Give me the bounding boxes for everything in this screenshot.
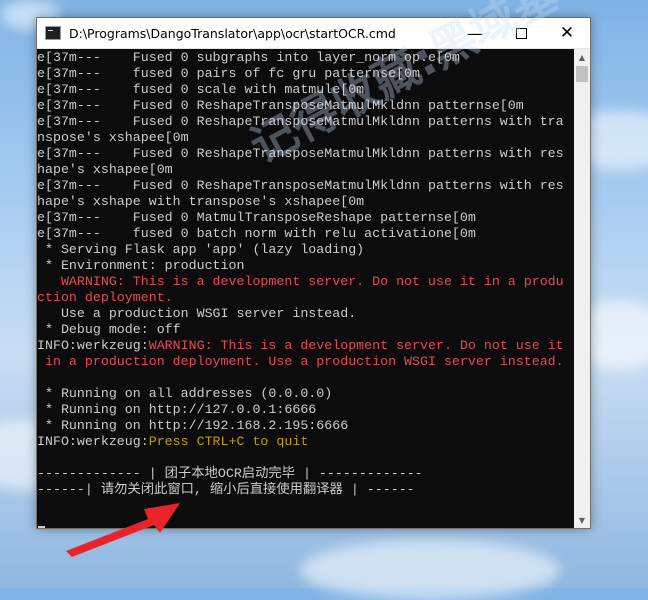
maximize-icon <box>515 27 527 39</box>
title-bar[interactable]: D:\Programs\DangoTranslator\app\ocr\star… <box>37 18 590 49</box>
console-window: D:\Programs\DangoTranslator\app\ocr\star… <box>36 17 591 529</box>
console-text: Press CTRL+C to quit <box>148 434 309 449</box>
console-text: * Running on http://192.168.2.195:6666 <box>37 418 349 433</box>
console-text: e[37m--- Fused 0 ReshapeTransposeMatmulM… <box>37 146 564 161</box>
console-line: * Running on http://127.0.0.1:6666 <box>37 402 574 418</box>
console-text: in a production deployment. Use a produc… <box>37 354 564 369</box>
console-text: e[37m--- Fused 0 MatmulTransposeReshape … <box>37 210 476 225</box>
console-line: * Serving Flask app 'app' (lazy loading) <box>37 242 574 258</box>
scroll-up-icon[interactable]: ▲ <box>574 49 590 65</box>
console-text: hape's xshapee[0m <box>37 162 173 177</box>
window-title: D:\Programs\DangoTranslator\app\ocr\star… <box>69 25 396 41</box>
console-text: e[37m--- fused 0 batch norm with relu ac… <box>37 226 476 241</box>
red-arrow-icon <box>66 503 180 557</box>
console-text: e[37m--- fused 0 scale with matmule[0m <box>37 82 365 97</box>
console-line: WARNING: This is a development server. D… <box>37 274 574 290</box>
console-text: ction deployment. <box>37 290 173 305</box>
console-text: Use a production WSGI server instead. <box>37 306 357 321</box>
console-text: e[37m--- Fused 0 ReshapeTransposeMatmulM… <box>37 98 524 113</box>
console-text: * Running on all addresses (0.0.0.0) <box>37 386 333 401</box>
console-line: hape's xshape with transpose's xshapee[0… <box>37 194 574 210</box>
console-text: nspose's xshapee[0m <box>37 130 189 145</box>
console-text: hape's xshape with transpose's xshapee[0… <box>37 194 365 209</box>
console-text: e[37m--- Fused 0 ReshapeTransposeMatmulM… <box>37 178 564 193</box>
vertical-scrollbar[interactable]: ▲ ▼ <box>574 49 590 528</box>
minimize-icon: — <box>467 23 483 43</box>
console-line: * Running on all addresses (0.0.0.0) <box>37 386 574 402</box>
window-controls: — ✕ <box>452 18 590 48</box>
console-line: e[37m--- fused 0 scale with matmule[0m <box>37 82 574 98</box>
scroll-down-icon[interactable]: ▼ <box>574 512 590 528</box>
text-cursor <box>38 526 45 528</box>
console-text: e[37m--- Fused 0 subgraphs into layer_no… <box>37 50 460 65</box>
console-line: * Environment: production <box>37 258 574 274</box>
console-output[interactable]: e[37m--- Fused 0 subgraphs into layer_no… <box>37 49 574 529</box>
console-line: e[37m--- Fused 0 ReshapeTransposeMatmulM… <box>37 178 574 194</box>
console-line: e[37m--- Fused 0 ReshapeTransposeMatmulM… <box>37 146 574 162</box>
close-button[interactable]: ✕ <box>544 18 590 48</box>
console-text: * Running on http://127.0.0.1:6666 <box>37 402 317 417</box>
console-line: ------------- | 团子本地OCR启动完毕 | ----------… <box>37 466 574 482</box>
console-line: * Running on http://192.168.2.195:6666 <box>37 418 574 434</box>
console-line: hape's xshapee[0m <box>37 162 574 178</box>
console-line: e[37m--- Fused 0 MatmulTransposeReshape … <box>37 210 574 226</box>
console-line: * Debug mode: off <box>37 322 574 338</box>
console-line: ction deployment. <box>37 290 574 306</box>
maximize-button[interactable] <box>498 18 544 48</box>
console-text: * Environment: production <box>37 258 245 273</box>
console-text: INFO:werkzeug: <box>37 434 149 449</box>
console-line: INFO:werkzeug:WARNING: This is a develop… <box>37 338 574 354</box>
console-line: nspose's xshapee[0m <box>37 130 574 146</box>
console-text: WARNING: This is a development server. D… <box>37 274 564 289</box>
close-icon: ✕ <box>559 23 575 43</box>
console-text: * Serving Flask app 'app' (lazy loading) <box>37 242 365 257</box>
console-line: e[37m--- Fused 0 subgraphs into layer_no… <box>37 50 574 66</box>
console-text: ------------- | 团子本地OCR启动完毕 | ----------… <box>37 466 423 481</box>
console-line: e[37m--- fused 0 pairs of fc gru pattern… <box>37 66 574 82</box>
scrollbar-thumb[interactable] <box>576 66 588 82</box>
minimize-button[interactable]: — <box>452 18 498 48</box>
console-text: INFO:werkzeug: <box>37 338 149 353</box>
console-text: e[37m--- fused 0 pairs of fc gru pattern… <box>37 66 421 81</box>
console-line: in a production deployment. Use a produc… <box>37 354 574 370</box>
console-text: * Debug mode: off <box>37 322 181 337</box>
console-line: e[37m--- Fused 0 ReshapeTransposeMatmulM… <box>37 114 574 130</box>
console-line: INFO:werkzeug:Press CTRL+C to quit <box>37 434 574 450</box>
console-text: WARNING: This is a development server. D… <box>148 338 564 353</box>
console-line: Use a production WSGI server instead. <box>37 306 574 322</box>
console-line: e[37m--- Fused 0 ReshapeTransposeMatmulM… <box>37 98 574 114</box>
cmd-icon <box>45 26 61 40</box>
console-text: e[37m--- Fused 0 ReshapeTransposeMatmulM… <box>37 114 564 129</box>
console-line: e[37m--- fused 0 batch norm with relu ac… <box>37 226 574 242</box>
